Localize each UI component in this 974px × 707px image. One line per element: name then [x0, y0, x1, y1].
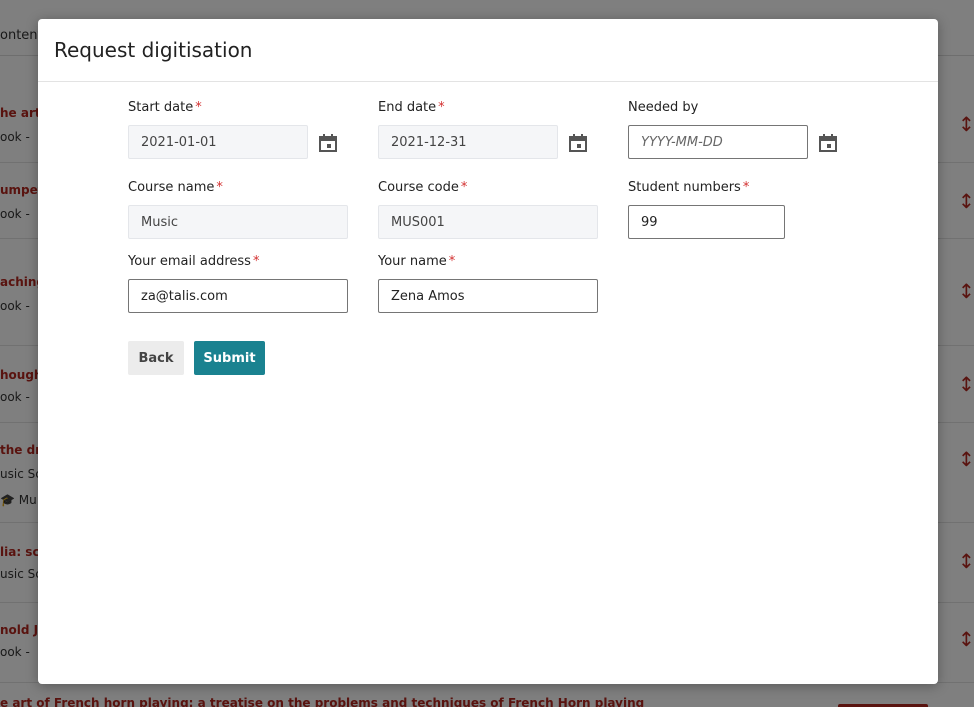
course-code-input[interactable] — [378, 205, 598, 239]
required-marker: * — [438, 100, 445, 115]
required-marker: * — [216, 180, 223, 195]
needed-by-input[interactable] — [628, 125, 808, 159]
course-code-field: Course code * — [378, 179, 598, 239]
course-code-label: Course code * — [378, 180, 468, 195]
student-numbers-input[interactable] — [628, 205, 785, 239]
calendar-icon[interactable] — [568, 133, 588, 153]
end-date-label: End date * — [378, 100, 445, 115]
modal-title: Request digitisation — [54, 38, 253, 62]
needed-by-label: Needed by — [628, 100, 699, 115]
required-marker: * — [460, 180, 468, 195]
start-date-label: Start date * — [128, 100, 202, 115]
required-marker: * — [742, 180, 750, 195]
start-date-input[interactable] — [128, 125, 308, 159]
email-field: Your email address * — [128, 253, 348, 313]
name-input[interactable] — [378, 279, 598, 313]
end-date-input[interactable] — [378, 125, 558, 159]
required-marker: * — [448, 254, 456, 269]
submit-button[interactable]: Submit — [194, 341, 265, 375]
calendar-icon[interactable] — [818, 133, 838, 153]
needed-by-field: Needed by — [628, 99, 848, 159]
name-label: Your name * — [378, 254, 456, 269]
request-digitisation-dialog: Request digitisation Start date* End dat… — [38, 19, 938, 684]
name-field: Your name * — [378, 253, 598, 313]
email-label: Your email address * — [128, 254, 260, 269]
course-name-label: Course name * — [128, 180, 223, 195]
modal-header: Request digitisation — [38, 19, 938, 82]
calendar-icon[interactable] — [318, 133, 338, 153]
course-name-input[interactable] — [128, 205, 348, 239]
required-marker: * — [252, 254, 260, 269]
end-date-field: End date * — [378, 99, 598, 159]
student-numbers-label: Student numbers * — [628, 180, 750, 195]
course-name-field: Course name * — [128, 179, 348, 239]
student-numbers-field: Student numbers * — [628, 179, 848, 239]
email-input[interactable] — [128, 279, 348, 313]
required-marker: * — [195, 100, 202, 115]
start-date-field: Start date * — [128, 99, 348, 159]
back-button[interactable]: Back — [128, 341, 184, 375]
